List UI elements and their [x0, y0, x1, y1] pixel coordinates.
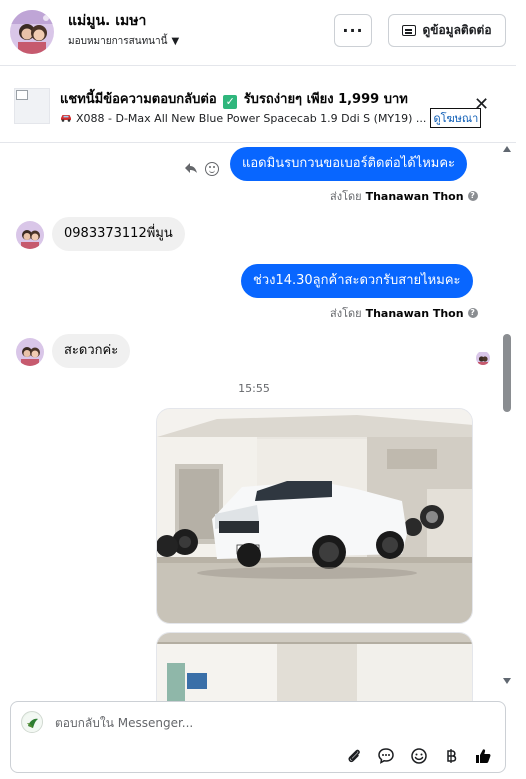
view-contact-info-button[interactable]: ดูข้อมูลติดต่อ: [388, 14, 506, 47]
chat-bubble-icon[interactable]: [377, 747, 395, 765]
reply-input[interactable]: [55, 712, 475, 734]
read-receipt-avatar: [476, 351, 490, 365]
message-composer: [10, 701, 506, 773]
car-icon: [60, 112, 72, 125]
ad-subtitle-row: X088 - D-Max All New Blue Power Spacecab…: [60, 108, 482, 128]
scroll-down-arrow-icon[interactable]: [503, 678, 511, 684]
contact-avatar-small[interactable]: [16, 338, 44, 366]
thumbs-up-icon[interactable]: [474, 747, 492, 765]
sender-name: Thanawan Thon: [365, 306, 464, 320]
baht-icon[interactable]: [442, 747, 460, 765]
paperclip-icon[interactable]: [345, 747, 363, 765]
message-photo-pickup-truck[interactable]: ขห 9xxx: [156, 408, 473, 624]
sent-by-label: ส่งโดย Thanawan Thon ?: [330, 187, 478, 205]
message-bubble-incoming[interactable]: สะดวกค่ะ: [52, 334, 131, 368]
ad-title: แชทนี้มีข้อความตอบกลับต่อ ✓ รับรถง่ายๆ เ…: [60, 88, 408, 109]
message-list-scrollbar[interactable]: [500, 144, 514, 690]
caret-down-icon: ▼: [171, 36, 180, 47]
contact-card-icon: [402, 25, 417, 36]
message-bubble-outgoing[interactable]: แอดมินรบกวนขอเบอร์ติดต่อได้ไหมคะ: [230, 147, 468, 181]
info-icon[interactable]: ?: [467, 191, 478, 201]
scroll-up-arrow-icon[interactable]: [503, 146, 511, 152]
contact-avatar-small[interactable]: [16, 221, 44, 249]
ad-title-text: แชทนี้มีข้อความตอบกลับต่อ: [60, 92, 217, 107]
check-mark-icon: ✓: [223, 95, 238, 109]
scrollbar-thumb[interactable]: [503, 334, 511, 412]
smiley-icon[interactable]: [410, 747, 428, 765]
sent-by-prefix: ส่งโดย: [330, 307, 362, 320]
emoji-icon[interactable]: [205, 162, 219, 176]
message-timestamp: 15:55: [238, 382, 270, 395]
ad-context-banner: แชทนี้มีข้อความตอบกลับต่อ ✓ รับรถง่ายๆ เ…: [0, 67, 516, 143]
close-icon[interactable]: ✕: [474, 96, 489, 114]
assign-conversation-dropdown[interactable]: มอบหมายการสนทนานี้ ▼: [68, 34, 179, 49]
contact-avatar[interactable]: [10, 10, 54, 54]
view-contact-info-label: ดูข้อมูลติดต่อ: [422, 23, 492, 37]
more-options-button[interactable]: ···: [334, 14, 372, 47]
conversation-header: แม่มูน. เมษา มอบหมายการสนทนานี้ ▼ ··· ดู…: [0, 0, 516, 66]
message-bubble-incoming[interactable]: 0983373112พี่มูน: [52, 217, 185, 251]
ad-thumbnail: [14, 88, 50, 124]
sender-name: Thanawan Thon: [365, 189, 464, 203]
page-logo-icon: [21, 711, 43, 733]
sent-by-label: ส่งโดย Thanawan Thon ?: [330, 304, 478, 322]
ad-title-offer: รับรถง่ายๆ เพียง 1,999 บาท: [243, 92, 408, 107]
message-bubble-outgoing[interactable]: ช่วง14.30ลูกค้าสะดวกรับสายไหมคะ: [241, 264, 473, 298]
assign-label: มอบหมายการสนทนานี้: [68, 36, 168, 47]
contact-name: แม่มูน. เมษา: [68, 13, 147, 29]
ad-subtitle: X088 - D-Max All New Blue Power Spacecab…: [76, 111, 427, 125]
sent-by-prefix: ส่งโดย: [330, 190, 362, 203]
reply-icon[interactable]: [184, 162, 198, 178]
info-icon[interactable]: ?: [467, 308, 478, 318]
